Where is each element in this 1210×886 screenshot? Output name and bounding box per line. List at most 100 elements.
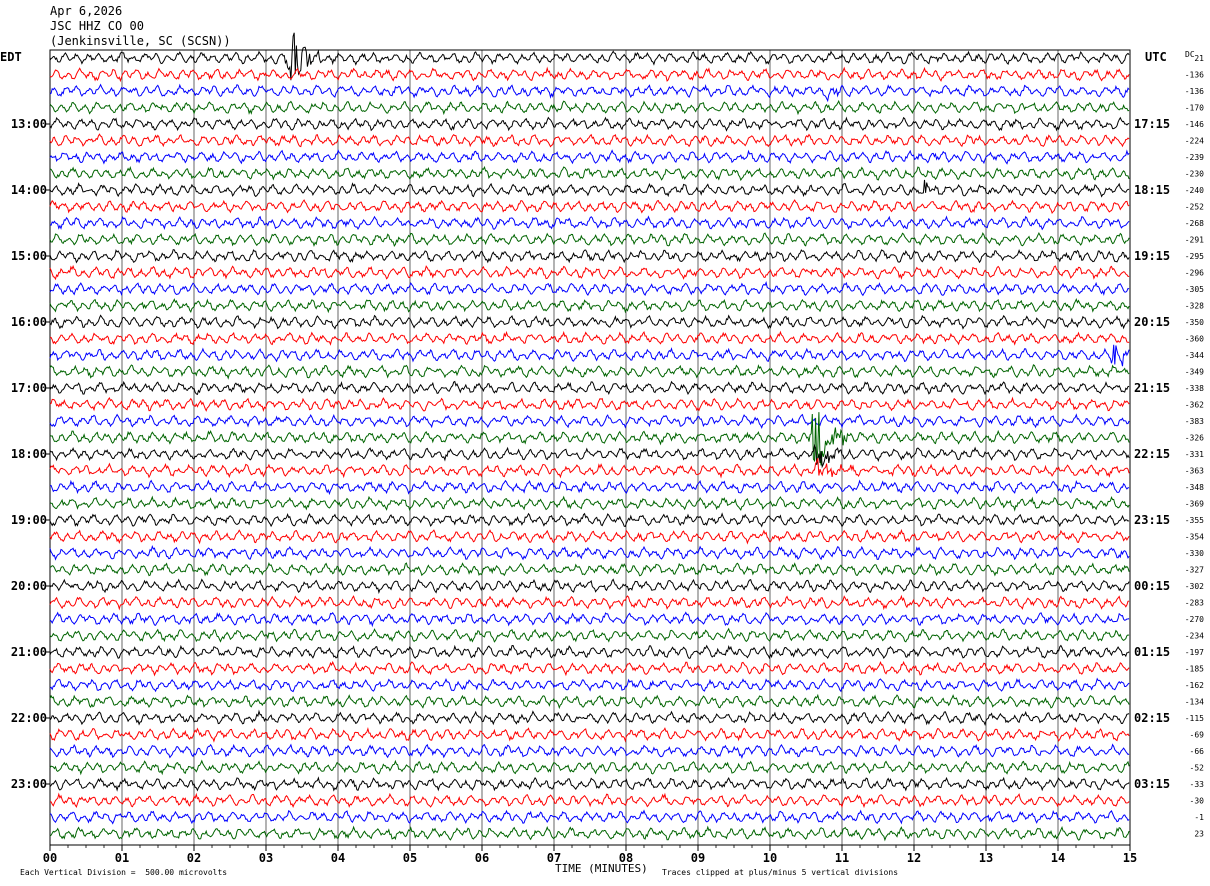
seismic-trace-row (49, 32, 1130, 81)
x-tick-label: 00 (43, 851, 57, 865)
seismic-trace-row (49, 644, 1130, 660)
left-hour-label: 20:00 (11, 579, 47, 593)
seismic-trace-row (49, 165, 1130, 182)
right-hour-label: 19:15 (1134, 249, 1170, 263)
dc-offset-label: -197 (1185, 648, 1204, 657)
x-axis-title: TIME (MINUTES) (555, 862, 648, 875)
dc-offset-label: -270 (1185, 615, 1204, 624)
right-hour-label: 22:15 (1134, 447, 1170, 461)
seismic-trace-row (49, 709, 1130, 727)
dc-offset-label: -363 (1185, 467, 1204, 476)
seismic-trace-row (49, 660, 1130, 677)
x-tick-label: 15 (1123, 851, 1137, 865)
dc-offset-label: -302 (1185, 582, 1204, 591)
dc-offset-label: -383 (1185, 417, 1204, 426)
seismic-trace-row (49, 314, 1130, 330)
dc-offset-label: -224 (1185, 137, 1204, 146)
right-hour-label: 03:15 (1134, 777, 1170, 791)
dc-offset-label: -362 (1185, 401, 1204, 410)
right-hour-label: 17:15 (1134, 117, 1170, 131)
dc-offset-label: -360 (1185, 335, 1204, 344)
left-hour-label: 14:00 (11, 183, 47, 197)
dc-offset-label: -1 (1194, 813, 1204, 822)
seismic-trace-row (49, 116, 1130, 132)
dc-offset-label: -185 (1185, 665, 1204, 674)
x-tick-label: 09 (691, 851, 705, 865)
seismic-trace-row (49, 66, 1130, 83)
seismic-trace-row (49, 380, 1130, 396)
seismic-trace-row (49, 479, 1130, 496)
x-tick-label: 11 (835, 851, 849, 865)
dc-offset-label: -136 (1185, 71, 1204, 80)
dc-offset-label: -136 (1185, 87, 1204, 96)
seismic-trace-row (49, 330, 1130, 346)
dc-offset-label: -348 (1185, 483, 1204, 492)
x-tick-label: 03 (259, 851, 273, 865)
helicorder-plot: 00 01 02 03 04 05 06 07 08 09 10 11 12 13 14 1521-136-1… (11, 32, 1205, 865)
dc-offset-label: -66 (1190, 747, 1205, 756)
dc-offset-label: -354 (1185, 533, 1204, 542)
seismic-trace-row (49, 149, 1130, 165)
seismic-trace-row (49, 344, 1130, 367)
seismic-trace-row (49, 280, 1130, 297)
seismic-trace-row (49, 611, 1130, 628)
seismic-trace-row (49, 759, 1130, 776)
dc-offset-label: -146 (1185, 120, 1204, 129)
dc-offset-label: -30 (1190, 797, 1205, 806)
dc-offset-label: -230 (1185, 170, 1204, 179)
seismic-trace-row (49, 396, 1130, 412)
seismic-trace-row (49, 232, 1130, 248)
dc-offset-label: -331 (1185, 450, 1204, 459)
seismic-trace-row (49, 133, 1130, 148)
right-hour-label: 20:15 (1134, 315, 1170, 329)
seismic-trace-row (49, 297, 1130, 314)
seismic-trace-row (49, 512, 1130, 528)
dc-offset-label: -239 (1185, 153, 1204, 162)
seismic-trace-row (49, 215, 1130, 231)
right-hour-label: 02:15 (1134, 711, 1170, 725)
left-hour-label: 22:00 (11, 711, 47, 725)
left-hour-label: 15:00 (11, 249, 47, 263)
dc-offset-label: 21 (1194, 54, 1204, 63)
dc-offset-label: 23 (1194, 830, 1204, 839)
seismic-trace-row (49, 792, 1130, 809)
x-tick-label: 14 (1051, 851, 1065, 865)
seismic-trace-row (49, 528, 1130, 545)
right-hour-label: 00:15 (1134, 579, 1170, 593)
seismic-trace-row (49, 179, 1130, 198)
dc-offset-label: -349 (1185, 368, 1204, 377)
seismic-trace-row (49, 562, 1130, 577)
seismic-trace-row (49, 83, 1130, 103)
seismic-trace-row (49, 364, 1130, 380)
seismic-trace-row (49, 743, 1130, 760)
left-hour-label: 13:00 (11, 117, 47, 131)
x-tick-label: 12 (907, 851, 921, 865)
seismic-trace-row (49, 264, 1130, 281)
right-hour-label: 18:15 (1134, 183, 1170, 197)
seismic-trace-row (49, 458, 1130, 479)
seismic-trace-row (49, 413, 1130, 429)
dc-offset-label: -162 (1185, 681, 1204, 690)
dc-offset-label: -252 (1185, 203, 1204, 212)
left-hour-label: 17:00 (11, 381, 47, 395)
seismic-trace-row (49, 677, 1130, 693)
dc-offset-label: -355 (1185, 516, 1204, 525)
dc-offset-label: -305 (1185, 285, 1204, 294)
scale-note: Each Vertical Division = 500.00 microvol… (20, 868, 228, 877)
dc-offset-label: -69 (1190, 731, 1205, 740)
left-hour-label: 23:00 (11, 777, 47, 791)
dc-offset-label: -52 (1190, 764, 1205, 773)
clip-note: Traces clipped at plus/minus 5 vertical … (662, 868, 899, 877)
left-hour-label: 21:00 (11, 645, 47, 659)
dc-offset-label: -296 (1185, 269, 1204, 278)
dc-offset-label: -115 (1185, 714, 1204, 723)
right-hour-label: 21:15 (1134, 381, 1170, 395)
dc-offset-label: -295 (1185, 252, 1204, 261)
seismic-trace-row (49, 825, 1130, 842)
dc-offset-label: -240 (1185, 186, 1204, 195)
seismic-trace-row (49, 443, 1130, 469)
seismic-trace-row (49, 248, 1130, 264)
right-hour-label: 01:15 (1134, 645, 1170, 659)
dc-offset-label: -268 (1185, 219, 1204, 228)
seismic-trace-row (49, 594, 1130, 611)
